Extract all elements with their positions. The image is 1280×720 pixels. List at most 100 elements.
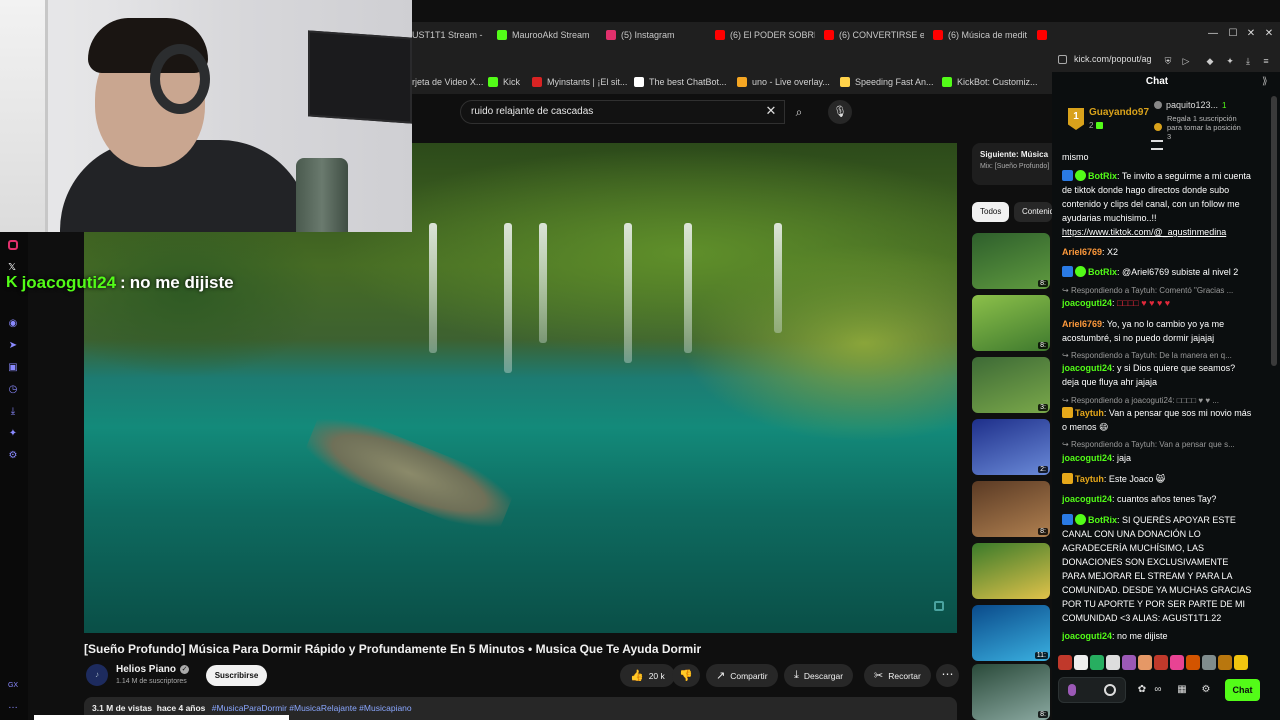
bookmark-chatbot[interactable]: The best ChatBot... bbox=[634, 77, 727, 87]
recommended-thumbnail[interactable]: 8: bbox=[972, 295, 1050, 351]
filter-icon[interactable] bbox=[1151, 140, 1163, 150]
leaderboard-user[interactable]: paquito123... 1 bbox=[1166, 100, 1227, 110]
recommended-thumbnail[interactable]: 8: bbox=[972, 664, 1050, 720]
thumbs-up-icon: 👍 bbox=[630, 670, 644, 682]
clear-search-icon[interactable]: ✕ bbox=[764, 104, 778, 118]
chat-message: joacoguti24: jaja bbox=[1062, 453, 1132, 463]
store-icon[interactable]: ▦ bbox=[1176, 684, 1188, 696]
kick-icon bbox=[488, 77, 498, 87]
reply-context[interactable]: ↪ Respondiendo a Taytuh: De la manera en… bbox=[1062, 351, 1258, 360]
tab-maurooakd-stream[interactable]: MaurooAkd Stream bbox=[497, 26, 597, 44]
extension-icon[interactable]: ✦ bbox=[7, 428, 19, 440]
emote-icon[interactable] bbox=[1218, 655, 1232, 670]
search-icon[interactable]: ⌕ bbox=[786, 100, 812, 124]
share-button[interactable]: ↗ Compartir bbox=[706, 664, 778, 687]
download-icon[interactable]: ⤓ bbox=[7, 406, 19, 418]
reply-context[interactable]: ↪ Respondiendo a Taytuh: Comentó "Gracia… bbox=[1062, 286, 1258, 295]
maximize-icon[interactable]: ☐ bbox=[1226, 27, 1240, 41]
home-icon[interactable]: ◉ bbox=[7, 318, 19, 330]
more-icon[interactable]: … bbox=[7, 700, 19, 712]
close-popout-icon[interactable]: ✕ bbox=[1262, 27, 1276, 41]
search-input[interactable]: ruido relajante de cascadas bbox=[460, 100, 785, 124]
emote-icon[interactable] bbox=[1154, 655, 1168, 670]
download-icon: ⤓ bbox=[794, 669, 799, 681]
emote-icon[interactable] bbox=[1074, 655, 1088, 670]
send-chat-button[interactable]: Chat bbox=[1225, 679, 1260, 701]
reply-context[interactable]: ↪ Respondiendo a joacoguti24: □□□□ ♥ ♥ .… bbox=[1062, 396, 1258, 405]
site-info-icon[interactable] bbox=[1058, 55, 1067, 64]
tab-active[interactable] bbox=[1037, 26, 1051, 44]
verified-badge-icon bbox=[1075, 170, 1086, 181]
download-icon[interactable]: ⤓ bbox=[1242, 55, 1254, 67]
dislike-button[interactable]: 👎 bbox=[672, 664, 700, 687]
recommended-thumbnail[interactable]: 3: bbox=[972, 357, 1050, 413]
reply-context[interactable]: ↪ Respondiendo a Taytuh: Van a pensar qu… bbox=[1062, 440, 1258, 449]
tab-convertirse[interactable]: (6) CONVERTIRSE e bbox=[824, 26, 924, 44]
settings-icon[interactable]: ⚙ bbox=[1200, 684, 1212, 696]
microphone-icon[interactable] bbox=[1068, 684, 1076, 696]
send-icon[interactable]: ➤ bbox=[7, 340, 19, 352]
emote-picker-icon[interactable]: ✿ bbox=[1136, 684, 1148, 696]
emote-icon[interactable] bbox=[1058, 655, 1072, 670]
chat-scrollbar[interactable] bbox=[1271, 96, 1277, 366]
collapse-chat-icon[interactable]: ⟫ bbox=[1262, 76, 1268, 87]
bookmark-speeding[interactable]: Speeding Fast An... bbox=[840, 77, 934, 87]
chip-content[interactable]: Contenido bbox=[1014, 202, 1052, 222]
more-actions-icon[interactable]: ⋯ bbox=[936, 664, 959, 687]
minimize-icon[interactable]: — bbox=[1206, 27, 1220, 41]
shield-icon[interactable]: ⛨ bbox=[1162, 55, 1174, 67]
microphone-icon[interactable]: 🎙 bbox=[828, 100, 852, 124]
channel-name[interactable]: Helios Piano ✓ bbox=[116, 664, 190, 675]
tab-agust1t1-stream[interactable]: UST1T1 Stream - bbox=[412, 26, 492, 44]
recommended-thumbnail[interactable]: 2: bbox=[972, 419, 1050, 475]
emote-icon[interactable] bbox=[1122, 655, 1136, 670]
screen: UST1T1 Stream - MaurooAkd Stream (5) Ins… bbox=[0, 0, 1280, 720]
recommended-thumbnail[interactable]: 11: bbox=[972, 605, 1050, 661]
link-icon[interactable]: ∞ bbox=[1152, 684, 1164, 696]
tab-instagram[interactable]: (5) Instagram bbox=[606, 26, 706, 44]
emote-icon[interactable] bbox=[1090, 655, 1104, 670]
emote-icon[interactable] bbox=[1202, 655, 1216, 670]
emote-icon[interactable] bbox=[1186, 655, 1200, 670]
chip-all[interactable]: Todos bbox=[972, 202, 1009, 222]
waterfall bbox=[429, 223, 437, 353]
wallet-icon[interactable]: ▣ bbox=[7, 362, 19, 374]
emote-icon[interactable] bbox=[1138, 655, 1152, 670]
recommended-thumbnail[interactable] bbox=[972, 543, 1050, 599]
chat-message: BotRix: Te invito a seguirme a mi cuenta… bbox=[1062, 170, 1251, 237]
up-next-card[interactable]: Siguiente: Música Mix: [Sueño Profundo] bbox=[972, 143, 1052, 185]
waterfall bbox=[504, 223, 512, 373]
top-gifter-name[interactable]: Guayando97 bbox=[1089, 107, 1149, 118]
settings-icon[interactable]: ⚙ bbox=[7, 450, 19, 462]
channel-watermark-icon[interactable] bbox=[934, 601, 944, 611]
gift-sub-prompt[interactable]: Regala 1 suscripción para tomar la posic… bbox=[1167, 114, 1247, 141]
overlay-icon bbox=[737, 77, 747, 87]
bookmark-video[interactable]: rjeta de Video X... bbox=[412, 77, 483, 87]
tab-el-poder[interactable]: (6) El PODER SOBRE bbox=[715, 26, 815, 44]
emote-icon[interactable] bbox=[1106, 655, 1120, 670]
emoji-icon[interactable] bbox=[1104, 684, 1116, 696]
play-icon[interactable]: ▷ bbox=[1180, 55, 1192, 67]
gx-icon[interactable]: GX bbox=[7, 680, 19, 692]
like-button[interactable]: 👍 20 k bbox=[620, 664, 675, 687]
emote-icon[interactable] bbox=[1170, 655, 1184, 670]
puzzle-icon[interactable]: ✦ bbox=[1224, 55, 1236, 67]
clip-button[interactable]: ✂ Recortar bbox=[864, 664, 931, 687]
close-icon[interactable]: ✕ bbox=[1244, 27, 1258, 41]
recommended-thumbnail[interactable]: 8: bbox=[972, 481, 1050, 537]
bookmark-myinstants[interactable]: Myinstants | ¡El sit... bbox=[532, 77, 627, 87]
tiktok-link[interactable]: https://www.tiktok.com/@_agustinmedina bbox=[1062, 227, 1226, 237]
subscribe-button[interactable]: Suscribirse bbox=[206, 665, 267, 686]
extension-icon[interactable]: ◆ bbox=[1204, 55, 1216, 67]
menu-icon[interactable]: ≡ bbox=[1260, 55, 1272, 67]
channel-avatar[interactable]: ♪ bbox=[86, 664, 108, 686]
emote-icon[interactable] bbox=[1234, 655, 1248, 670]
history-icon[interactable]: ◷ bbox=[7, 384, 19, 396]
download-button[interactable]: ⤓ Descargar bbox=[784, 664, 854, 687]
recommended-thumbnail[interactable]: 8: bbox=[972, 233, 1050, 289]
webcam-overlay bbox=[0, 0, 412, 232]
tab-musica-meditacion[interactable]: (6) Música de medit bbox=[933, 26, 1033, 44]
bookmark-uno[interactable]: uno - Live overlay... bbox=[737, 77, 830, 87]
bookmark-kickbot[interactable]: KickBot: Customiz... bbox=[942, 77, 1038, 87]
bookmark-kick[interactable]: Kick bbox=[488, 77, 520, 87]
